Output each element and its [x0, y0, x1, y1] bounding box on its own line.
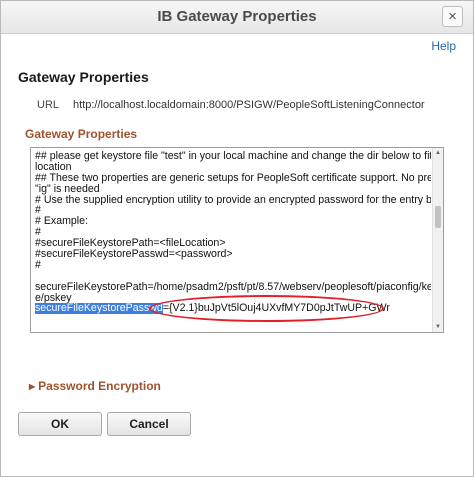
close-icon: ×	[448, 8, 457, 25]
help-link[interactable]: Help	[431, 39, 456, 53]
properties-text: ## please get keystore file "test" in yo…	[35, 151, 431, 315]
textarea-scrollbar[interactable]: ▲ ▼	[432, 148, 443, 332]
property-line: secureFileKeystorePath=/home/psadm2/psft…	[35, 281, 431, 293]
expand-arrow-icon: ▶	[29, 382, 36, 391]
property-line: # Example:	[35, 216, 88, 228]
page-title: Gateway Properties	[18, 69, 149, 85]
property-line: ## These two properties are generic setu…	[35, 172, 431, 184]
property-line: #secureFileKeystorePath=<fileLocation>	[35, 238, 226, 250]
property-line: #secureFileKeystorePasswd=<password>	[35, 249, 233, 260]
dialog-title: IB Gateway Properties	[157, 8, 317, 25]
property-line: e/pskey	[35, 292, 72, 304]
scroll-thumb[interactable]	[435, 206, 441, 228]
gateway-properties-section-title: Gateway Properties	[25, 127, 138, 141]
property-line: #	[35, 205, 41, 217]
password-encryption-toggle[interactable]: ▶ Password Encryption	[29, 379, 161, 393]
property-line: #	[35, 227, 41, 239]
scroll-down-arrow-icon[interactable]: ▼	[433, 322, 443, 332]
property-line: location	[35, 161, 72, 173]
property-line: ## please get keystore file "test" in yo…	[35, 151, 431, 162]
property-line: #	[35, 259, 41, 271]
close-button[interactable]: ×	[442, 6, 463, 27]
property-line: # Use the supplied encryption utility to…	[35, 194, 431, 206]
password-encryption-label: Password Encryption	[38, 379, 161, 393]
url-label: URL	[37, 99, 60, 111]
dialog-titlebar: IB Gateway Properties ×	[1, 1, 473, 34]
gateway-properties-textarea[interactable]: ## please get keystore file "test" in yo…	[30, 147, 444, 333]
property-line: "ig" is needed	[35, 183, 100, 195]
ok-button[interactable]: OK	[18, 412, 102, 436]
url-value: http://localhost.localdomain:8000/PSIGW/…	[73, 99, 425, 111]
ib-gateway-properties-dialog: IB Gateway Properties × Help Gateway Pro…	[0, 0, 474, 477]
scroll-up-arrow-icon[interactable]: ▲	[433, 148, 443, 158]
cancel-button[interactable]: Cancel	[107, 412, 191, 436]
encrypted-value-text: ={V2.1}buJpVt5lOuj4UXvfMY7D0pJtTwUP+GWr	[162, 303, 390, 315]
selected-key-text: secureFileKeystorePasswd	[35, 303, 163, 315]
selected-property-line: secureFileKeystorePasswd={V2.1}buJpVt5lO…	[35, 303, 431, 315]
